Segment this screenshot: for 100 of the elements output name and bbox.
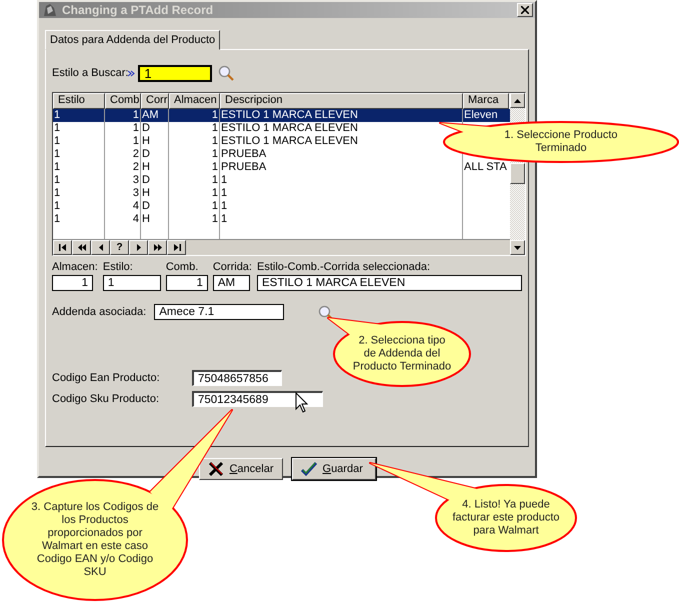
table-cell: 3 — [132, 187, 139, 199]
table-cell: 1 — [54, 200, 60, 212]
table-cell: 2 — [132, 161, 139, 173]
cancel-button[interactable]: Cancelar — [198, 458, 282, 480]
table-cell: 1 — [221, 187, 228, 199]
callout-text: 3. Capture los Codigos de los Productos proporcionados por Walmart en este caso Codigo EAN y/o Codigo SKU — [30, 501, 160, 579]
nav-button[interactable] — [167, 240, 186, 255]
column-header[interactable]: Comb — [105, 93, 141, 109]
table-cell: PRUEBA — [221, 161, 266, 173]
table-cell: 1 — [132, 122, 139, 134]
table-cell: 4 — [132, 213, 139, 225]
column-header[interactable]: Almacen — [169, 93, 220, 109]
table-cell: 3 — [132, 174, 139, 186]
down-arrow-icon — [514, 246, 521, 250]
table-cell: D — [142, 148, 150, 160]
table-cell: PRUEBA — [221, 148, 266, 160]
field-label: Addenda asociada: — [52, 306, 146, 318]
column-header[interactable]: Corr — [141, 93, 169, 109]
scroll-thumb[interactable] — [510, 163, 525, 184]
left-arrow-icon — [76, 244, 86, 251]
table-cell: 1 — [54, 148, 60, 160]
field-label: Estilo-Comb.-Corrida seleccionada: — [256, 261, 431, 273]
table-cell: D — [142, 174, 150, 186]
column-header[interactable]: Descripcion — [220, 93, 463, 109]
table-cell: 1 — [132, 135, 139, 147]
up-arrow-icon — [514, 98, 521, 102]
checkmark-icon — [300, 461, 316, 477]
table-cell: 1 — [221, 213, 228, 225]
table-row[interactable]: 1 1 AM 1 ESTILO 1 MARCA ELEVEN Eleven — [53, 109, 510, 122]
nav-button[interactable] — [91, 240, 110, 255]
table-cell: 1 — [212, 187, 218, 199]
left-arrow-icon — [58, 244, 68, 251]
chevron-icon — [128, 70, 136, 76]
table-cell: 1 — [212, 174, 218, 186]
table-cell: 1 — [221, 174, 228, 186]
nav-button[interactable] — [72, 240, 91, 255]
column-header[interactable]: Estilo — [53, 93, 105, 109]
table-cell: 1 — [54, 213, 60, 225]
help-button[interactable]: ? — [110, 240, 129, 255]
table-cell: Eleven — [464, 109, 498, 121]
column-header[interactable]: Marca — [463, 93, 509, 109]
nav-button[interactable] — [148, 240, 167, 255]
callout-text: 4. Listo! Ya puede facturar este producto para Walmart — [451, 498, 560, 538]
table-cell: 1 — [212, 161, 218, 173]
right-arrow-icon — [152, 244, 162, 251]
table-cell: D — [142, 200, 150, 212]
field-label: Comb. — [166, 261, 200, 273]
table-cell: 2 — [132, 148, 139, 160]
table-cell: ESTILO 1 MARCA ELEVEN — [221, 122, 358, 134]
field-label: Codigo Ean Producto: — [52, 372, 161, 384]
input-field[interactable]: 75012345689 — [192, 391, 323, 407]
text-field[interactable]: Amece 7.1 — [154, 304, 284, 320]
table-cell: 1 — [54, 161, 60, 173]
nav-button[interactable] — [53, 240, 72, 255]
callout-text: 2. Selecciona tipo de Addenda del Producto Terminado — [352, 334, 452, 374]
tab[interactable]: Datos para Addenda del Producto — [45, 30, 220, 50]
table-row[interactable]: 1 3 D 1 1 — [53, 174, 510, 187]
table-cell: H — [142, 187, 150, 199]
table-cell: H — [142, 213, 150, 225]
table-cell: ALL STA — [464, 161, 507, 173]
close-icon — [521, 6, 529, 14]
save-button[interactable]: Guardar — [292, 458, 376, 480]
right-arrow-icon — [172, 244, 182, 251]
callout-text: 1. Seleccione Producto Terminado — [503, 129, 619, 155]
cross-icon — [208, 461, 224, 477]
table-cell: D — [142, 122, 150, 134]
text-field[interactable]: 1 — [102, 275, 161, 291]
field-label: Estilo: — [102, 261, 134, 273]
table-row[interactable]: 1 4 D 1 1 — [53, 200, 510, 213]
close-button[interactable] — [517, 3, 533, 17]
table-cell: 1 — [54, 109, 60, 121]
table-cell: H — [142, 161, 150, 173]
search-label: Estilo a Buscar: — [52, 67, 128, 79]
table-row[interactable]: 1 2 H 1 PRUEBA ALL STA — [53, 161, 510, 174]
table-cell: 1 — [212, 109, 218, 121]
table-cell: 1 — [212, 213, 218, 225]
search-field[interactable]: 1 — [138, 64, 212, 82]
table-cell: 1 — [212, 148, 218, 160]
table-row[interactable]: 1 4 H 1 1 — [53, 213, 510, 226]
table-cell: 1 — [221, 200, 228, 212]
field-label: Corrida: — [212, 261, 252, 273]
text-field[interactable]: ESTILO 1 MARCA ELEVEN — [256, 275, 522, 291]
field-label: Codigo Sku Producto: — [52, 393, 160, 405]
search-icon[interactable] — [218, 64, 236, 82]
table-row[interactable]: 1 3 H 1 1 — [53, 187, 510, 200]
table-cell: ESTILO 1 MARCA ELEVEN — [221, 135, 358, 147]
table-cell: H — [142, 135, 150, 147]
text-field[interactable]: 1 — [166, 275, 208, 291]
nav-button[interactable] — [129, 240, 148, 255]
input-field[interactable]: 75048657856 — [192, 370, 282, 386]
field-label: Almacen: — [52, 261, 98, 273]
text-field[interactable]: 1 — [52, 275, 93, 291]
table-cell: 1 — [212, 135, 218, 147]
table-cell: 1 — [54, 135, 60, 147]
table-cell: 1 — [212, 122, 218, 134]
table-cell: 1 — [212, 200, 218, 212]
table-cell: ESTILO 1 MARCA ELEVEN — [221, 109, 358, 121]
app-icon — [42, 2, 58, 18]
text-field[interactable]: AM — [212, 275, 250, 291]
table-cell: 1 — [54, 122, 60, 134]
